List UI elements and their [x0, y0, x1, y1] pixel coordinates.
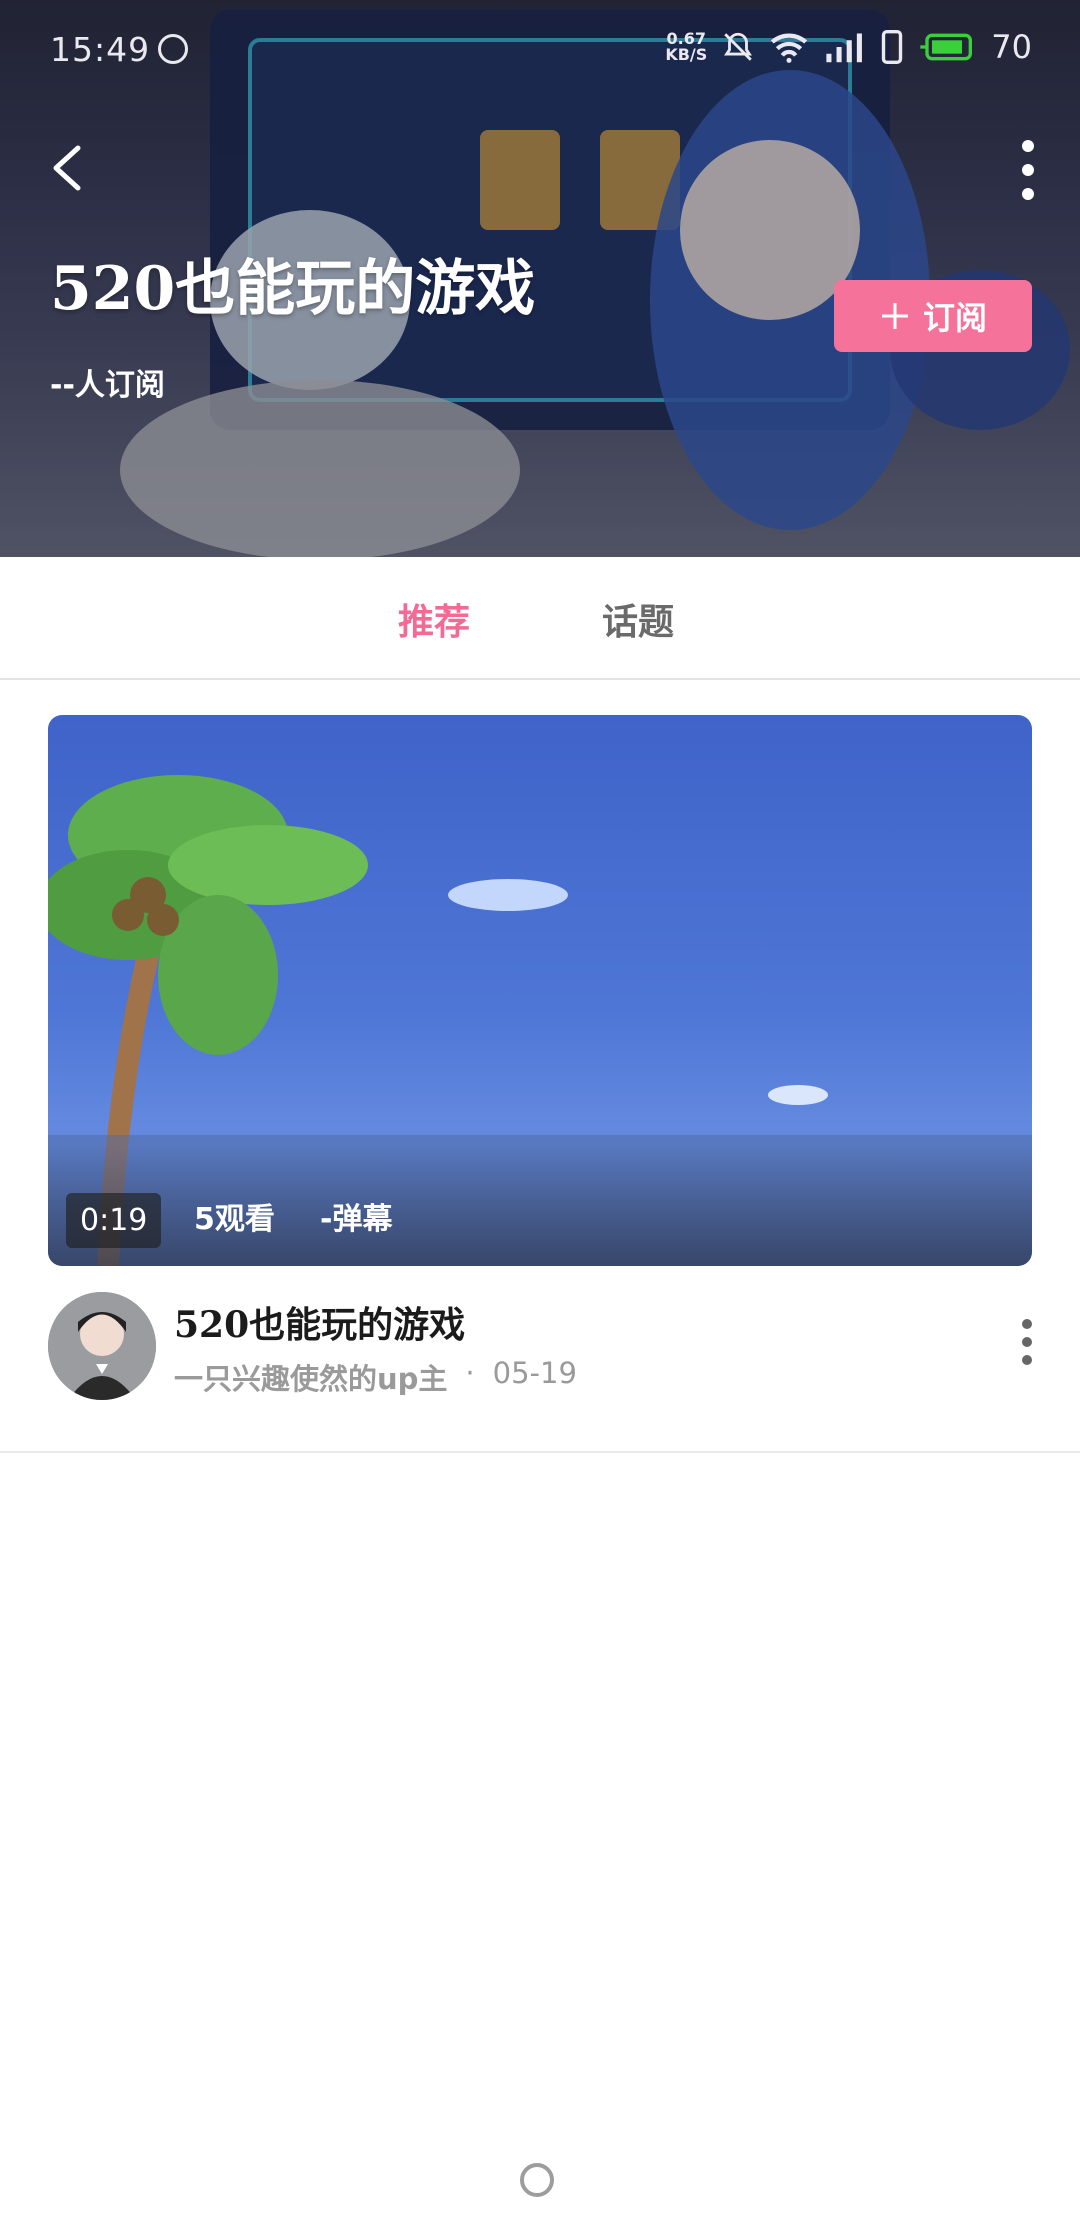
topic-header: 15:49 0.67 KB/S 70 520也能玩的游戏 --人订阅 订阅 [0, 0, 1080, 557]
battery-level: 70 [991, 28, 1032, 66]
tab-topics[interactable]: 话题 [602, 593, 674, 645]
home-indicator[interactable] [520, 2163, 554, 2197]
video-title[interactable]: 520也能玩的游戏 [174, 1296, 465, 1348]
battery-charging-icon [920, 33, 973, 61]
sim-icon [882, 30, 903, 64]
uploader-name[interactable]: 一只兴趣使然的up主 [174, 1356, 447, 1398]
wifi-icon [771, 33, 808, 63]
tab-bar: 推荐 话题 [0, 557, 1080, 680]
net-speed: 0.67 KB/S [665, 29, 708, 64]
status-bar: 15:49 0.67 KB/S 70 [0, 0, 1080, 84]
meta-separator: · [465, 1356, 475, 1390]
signal-4g-icon [826, 33, 863, 63]
bell-muted-icon [724, 32, 753, 61]
subscribe-button[interactable]: 订阅 [834, 280, 1032, 352]
subscribe-label: 订阅 [922, 299, 987, 337]
back-arrow-icon[interactable] [44, 140, 94, 196]
uploader-avatar[interactable] [48, 1292, 156, 1400]
plus-icon [881, 303, 908, 329]
upload-date: 05-19 [492, 1356, 577, 1390]
video-more-icon[interactable] [1020, 1318, 1034, 1366]
video-thumbnail[interactable]: 0:19 5观看 -弹幕 [48, 715, 1032, 1266]
video-meta: 一只兴趣使然的up主 · 05-19 [174, 1356, 577, 1398]
netease-icon [158, 34, 188, 64]
status-icons: 0.67 KB/S 70 [665, 28, 1032, 66]
avatar-image [48, 1292, 156, 1400]
danmaku-count: -弹幕 [320, 1202, 393, 1237]
list-divider [0, 1451, 1080, 1453]
video-duration: 0:19 [66, 1193, 162, 1248]
status-time: 15:49 [50, 30, 151, 69]
tab-recommended[interactable]: 推荐 [398, 593, 470, 645]
more-vertical-icon[interactable] [1016, 138, 1040, 202]
topic-title: 520也能玩的游戏 [50, 254, 536, 324]
subscriber-count: --人订阅 [50, 368, 165, 403]
view-count: 5观看 [194, 1202, 275, 1237]
